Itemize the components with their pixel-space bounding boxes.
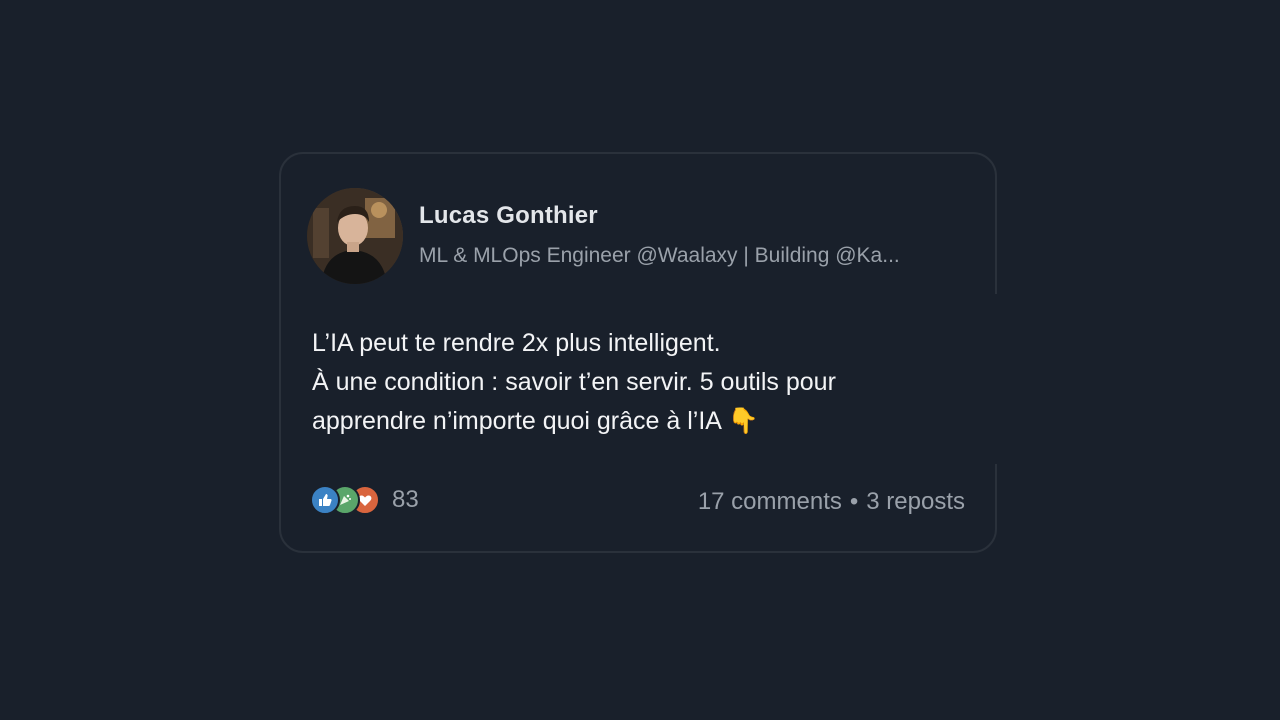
post-body-line: À une condition : savoir t’en servir. 5 … <box>312 368 836 396</box>
engagement-stats: 17 comments • 3 reposts <box>698 488 965 516</box>
author-headline: ML & MLOps Engineer @Waalaxy | Building … <box>419 244 900 267</box>
like-icon <box>310 485 340 515</box>
post-body: L’IA peut te rendre 2x plus intelligent.… <box>312 324 952 441</box>
post-body-line-last: apprendre n’importe quoi grâce à l’IA 👇 <box>312 402 952 441</box>
reactions-count: 83 <box>392 486 419 513</box>
reactions-summary[interactable]: 83 <box>310 484 419 516</box>
card-edge-gap <box>995 294 997 464</box>
post-card[interactable]: Lucas Gonthier ML & MLOps Engineer @Waal… <box>279 152 997 553</box>
author-avatar[interactable] <box>307 188 403 284</box>
post-body-line: apprendre n’importe quoi grâce à l’IA <box>312 407 721 435</box>
screen: Lucas Gonthier ML & MLOps Engineer @Waal… <box>0 0 1280 720</box>
stats-separator: • <box>849 488 859 515</box>
avatar-photo-icon <box>307 188 403 284</box>
pointing-down-emoji: 👇 <box>727 407 759 435</box>
reposts-link[interactable]: 3 reposts <box>866 488 965 515</box>
comments-link[interactable]: 17 comments <box>698 488 842 515</box>
author-name[interactable]: Lucas Gonthier <box>419 202 598 230</box>
post-body-line: L’IA peut te rendre 2x plus intelligent. <box>312 329 721 357</box>
